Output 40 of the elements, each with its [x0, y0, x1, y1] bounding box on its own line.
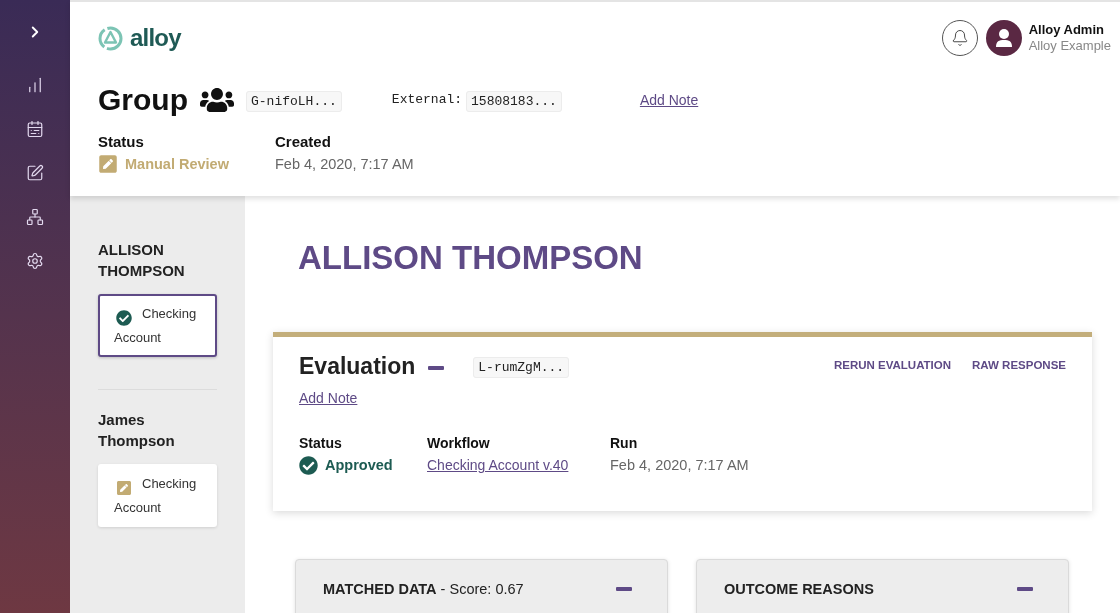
evaluation-action[interactable]: RAW RESPONSE — [972, 357, 1066, 375]
evaluation-title: Evaluation — [299, 352, 416, 381]
add-note-link[interactable]: Add Note — [639, 89, 699, 111]
workflow-link[interactable]: Checking Account v.40 — [427, 455, 610, 475]
evaluation-action[interactable]: RERUN EVALUATION — [833, 357, 952, 375]
field-value: Feb 4, 2020, 7:17 AM — [275, 155, 414, 174]
user-name: Alloy Admin — [1028, 22, 1105, 38]
logo-text: alloy — [130, 23, 181, 53]
status-value: Manual Review — [125, 155, 229, 174]
application-card[interactable]: Checking Account — [98, 464, 217, 527]
application-card[interactable]: Checking Account — [98, 294, 217, 357]
edit-icon[interactable] — [26, 164, 44, 182]
external-label: External: — [391, 91, 463, 110]
field-label: Status — [299, 434, 343, 452]
field-value: Feb 4, 2020, 7:17 AM — [610, 456, 749, 475]
field-label: Created — [275, 133, 332, 151]
external-id: 15808183... — [466, 91, 562, 112]
minus-icon[interactable] — [428, 366, 445, 370]
user-organization: Alloy Example — [1028, 38, 1111, 54]
evaluation-id: L-rumZgM... — [473, 357, 570, 378]
field-label: Workflow — [427, 434, 491, 452]
avatar-icon[interactable] — [985, 20, 1022, 56]
add-note-link[interactable]: Add Note — [299, 389, 358, 407]
field-label: Run — [610, 434, 639, 452]
entity-name: James Thompson — [98, 410, 176, 451]
status-value: Approved — [325, 456, 393, 475]
group-id: G-nifoLH... — [246, 91, 342, 112]
calendar-icon[interactable] — [26, 120, 44, 138]
entity-title: ALLISON THOMPSON — [298, 238, 644, 278]
entity-name: ALLISON THOMPSON — [98, 240, 186, 281]
group-title: Group — [98, 82, 188, 118]
panel-title: MATCHED DATA - Score: 0.67 — [323, 580, 524, 599]
hierarchy-icon[interactable] — [26, 208, 44, 226]
logo-icon — [98, 25, 123, 51]
settings-icon[interactable] — [26, 252, 44, 270]
field-label: Status — [98, 133, 145, 151]
bell-icon — [950, 29, 969, 47]
bar-chart-icon[interactable] — [26, 76, 44, 94]
notifications-button[interactable] — [941, 20, 978, 56]
panel-title: OUTCOME REASONS — [724, 580, 874, 599]
